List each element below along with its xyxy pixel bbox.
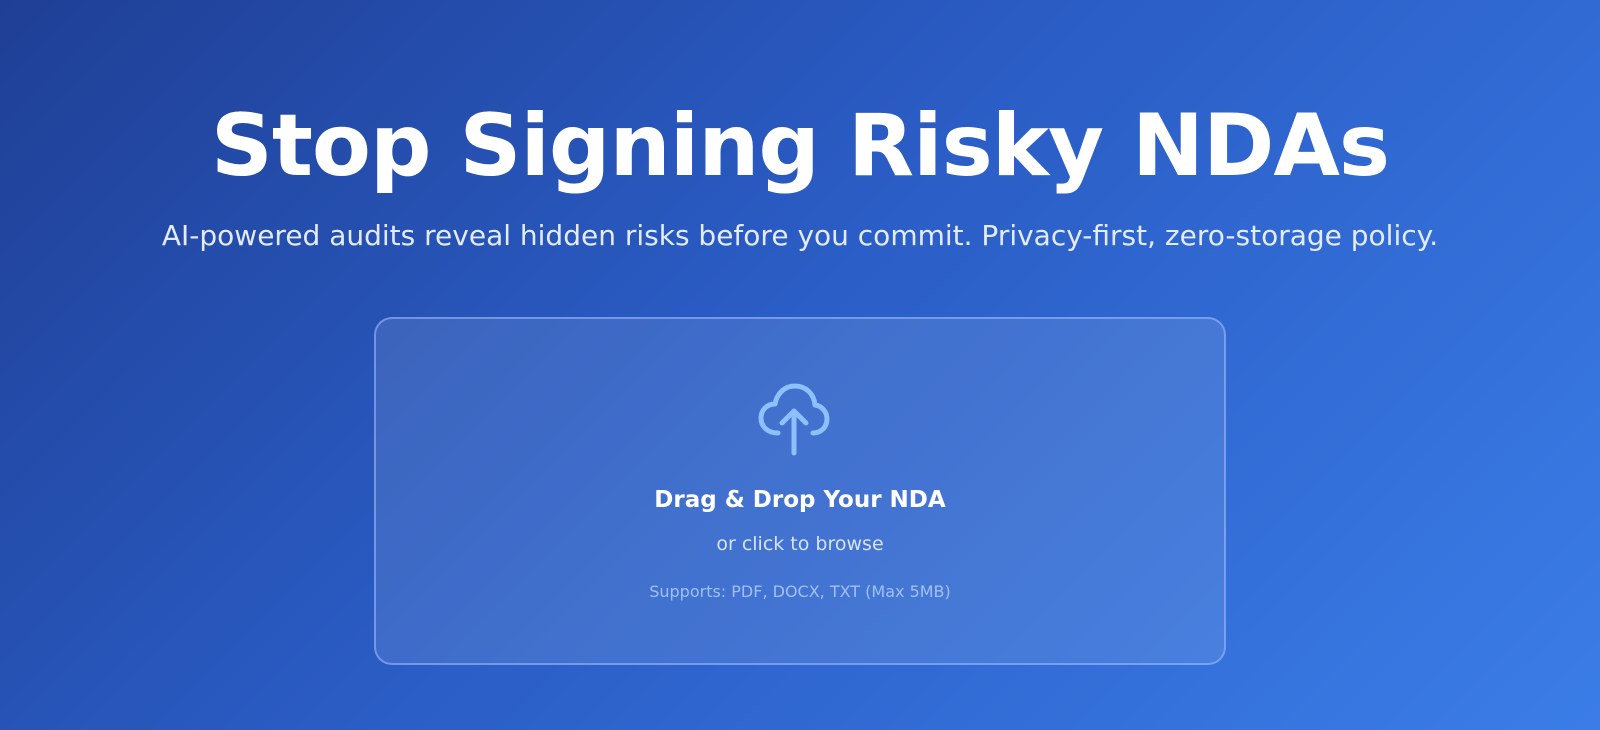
page-subtitle: AI-powered audits reveal hidden risks be… <box>161 219 1439 252</box>
file-dropzone[interactable]: Drag & Drop Your NDA or click to browse … <box>374 317 1226 665</box>
cloud-upload-icon <box>758 381 830 457</box>
page-title: Stop Signing Risky NDAs <box>210 96 1390 196</box>
supported-formats-note: Supports: PDF, DOCX, TXT (Max 5MB) <box>649 582 951 601</box>
hero-section: Stop Signing Risky NDAs AI-powered audit… <box>0 0 1600 730</box>
dropzone-title: Drag & Drop Your NDA <box>654 487 946 513</box>
browse-link[interactable]: or click to browse <box>376 531 1224 557</box>
